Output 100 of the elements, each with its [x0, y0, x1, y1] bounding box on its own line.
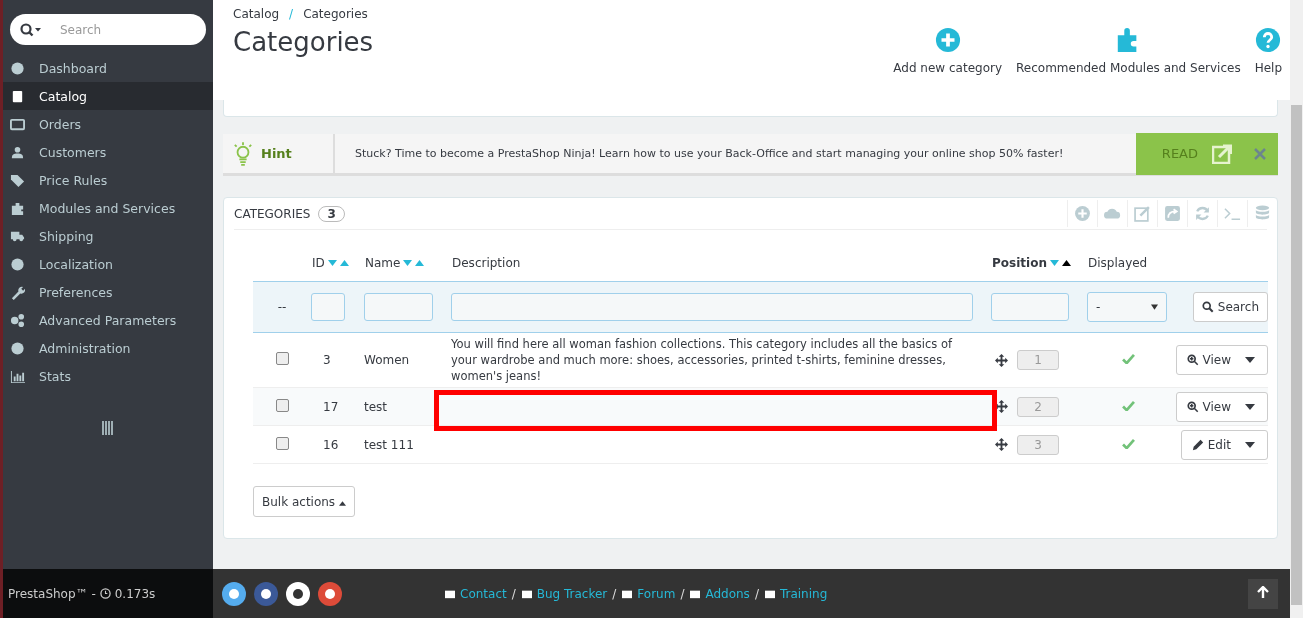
cogs-icon — [10, 312, 25, 328]
displayed-filter-select[interactable]: - — [1087, 292, 1167, 322]
card-icon — [10, 116, 25, 132]
caret-icon[interactable] — [1245, 441, 1255, 448]
clock-icon — [99, 588, 111, 599]
nav-item[interactable]: Localization — [3, 250, 213, 278]
nav-item[interactable]: Modules and Services — [3, 194, 213, 222]
panel-title: CATEGORIES — [234, 206, 311, 221]
lightbulb-icon — [233, 140, 253, 167]
drag-handle-icon[interactable] — [995, 353, 1008, 367]
external-link-icon — [1212, 143, 1232, 164]
name-filter-field[interactable] — [364, 293, 433, 321]
wrench-icon — [10, 284, 25, 300]
table-cell: 3 — [323, 353, 331, 367]
scroll-top-button[interactable] — [1248, 578, 1278, 609]
facebook-icon[interactable] — [254, 581, 278, 606]
breadcrumb-link[interactable]: Categories — [303, 7, 368, 21]
link-separator: / — [754, 586, 759, 601]
google-plus-icon[interactable] — [318, 581, 342, 606]
nav-item[interactable]: Advanced Parameters — [3, 306, 213, 334]
sortable-column-header[interactable]: Position — [992, 255, 1047, 270]
table-cell: Women — [364, 353, 410, 367]
search-field[interactable]: Search — [10, 14, 206, 45]
toolbar-button[interactable]: Add new category — [893, 27, 1002, 75]
table-cell: 16 — [323, 437, 339, 452]
position-number: 2 — [1017, 396, 1059, 417]
table-cell: test — [364, 399, 388, 414]
link-separator: / — [680, 586, 685, 601]
drag-handle-icon[interactable] — [995, 438, 1008, 451]
search-button[interactable]: Search — [1192, 292, 1268, 322]
check-icon[interactable] — [1122, 438, 1136, 449]
footer-link[interactable]: Bug Tracker — [520, 586, 608, 601]
description-filter-field[interactable] — [451, 293, 973, 321]
breadcrumb-separator: / — [289, 7, 294, 21]
zoom-in-icon — [1186, 400, 1199, 413]
caret-icon[interactable] — [1245, 403, 1255, 410]
nav-item[interactable]: Stats — [3, 362, 213, 390]
caret-icon — [1151, 304, 1158, 310]
plus-circle-icon — [934, 27, 961, 53]
action-button-group[interactable]: Edit — [1180, 429, 1268, 460]
search-icon — [20, 22, 42, 37]
column-header: Displayed — [1088, 255, 1148, 270]
column-header: Description — [452, 255, 521, 270]
row-checkbox[interactable] — [275, 398, 289, 412]
table-cell: 17 — [323, 399, 339, 414]
caret-icon[interactable] — [1245, 357, 1255, 363]
footer-link[interactable]: Addons — [689, 586, 750, 601]
nav-item[interactable]: Customers — [3, 138, 213, 166]
nav-item[interactable]: Administration — [3, 334, 213, 362]
sortable-column-header[interactable]: ID — [312, 255, 325, 270]
row-checkbox[interactable] — [275, 436, 289, 450]
scrollbar-thumb[interactable] — [1291, 105, 1302, 605]
check-icon[interactable] — [1122, 400, 1136, 411]
breadcrumb-link[interactable]: Catalog — [233, 7, 280, 21]
github-icon[interactable] — [286, 581, 310, 606]
hint-text: Stuck? Time to become a PrestaShop Ninja! Learn how to use your Back-Office and start managing your online shop 50% faster! — [354, 147, 1065, 160]
toolbar-button[interactable]: Recommended Modules and Services — [1016, 27, 1241, 75]
action-button-group[interactable]: View — [1175, 391, 1268, 422]
check-icon[interactable] — [1122, 354, 1136, 364]
bulk-actions-button[interactable]: Bulk actions — [253, 486, 355, 517]
chart-icon — [10, 368, 25, 384]
search-input[interactable]: Search — [60, 22, 180, 37]
table-cell-text: You will find here all woman fashion collections. This category includes all the basics of your wardrobe and much more: shoes, accessories, printed t-shirts, feminine dresses, women's jeans! — [451, 336, 954, 384]
hint-title: Hint — [261, 146, 292, 161]
close-icon[interactable] — [1242, 132, 1278, 175]
table-cell: test 111 — [364, 437, 414, 452]
link-separator: / — [612, 586, 617, 601]
nav-item[interactable]: Price Rules — [3, 166, 213, 194]
row-checkbox[interactable] — [275, 352, 289, 365]
users-icon — [10, 144, 25, 160]
nav-item[interactable]: Dashboard — [3, 54, 213, 82]
version-text: PrestaShop™ - — [8, 586, 96, 601]
help-icon — [1255, 27, 1282, 53]
pencil-icon — [1191, 438, 1204, 451]
action-button-group[interactable]: View — [1175, 345, 1268, 375]
footer-link[interactable]: Training — [763, 586, 828, 601]
load-time: 0.173s — [114, 586, 156, 601]
caret-icon — [338, 500, 346, 506]
search-icon — [1201, 301, 1214, 313]
footer-link[interactable]: Contact — [444, 586, 507, 601]
position-number: 1 — [1017, 350, 1059, 370]
sort-arrows-icon[interactable] — [1049, 258, 1072, 267]
nav-item[interactable]: Shipping — [3, 222, 213, 250]
twitter-icon[interactable] — [222, 581, 246, 606]
page-title: Categories — [233, 27, 374, 57]
footer-link[interactable]: Forum — [621, 586, 676, 601]
nav-item[interactable]: Preferences — [3, 278, 213, 306]
reset-filter-text: -- — [277, 300, 287, 314]
nav-item[interactable]: Catalog — [3, 82, 213, 110]
drag-handle-icon[interactable] — [995, 400, 1008, 413]
collapse-icon[interactable] — [102, 421, 114, 435]
tags-icon — [10, 172, 25, 188]
arrow-up-icon — [1257, 586, 1269, 598]
position-filter-field[interactable] — [991, 293, 1069, 321]
id-filter-field[interactable] — [311, 293, 345, 321]
link-separator: / — [511, 586, 516, 601]
toolbar-button[interactable]: Help — [1254, 27, 1282, 75]
nav-item[interactable]: Orders — [3, 110, 213, 138]
zoom-in-icon — [1186, 354, 1199, 366]
sortable-column-header[interactable]: Name — [365, 255, 401, 270]
